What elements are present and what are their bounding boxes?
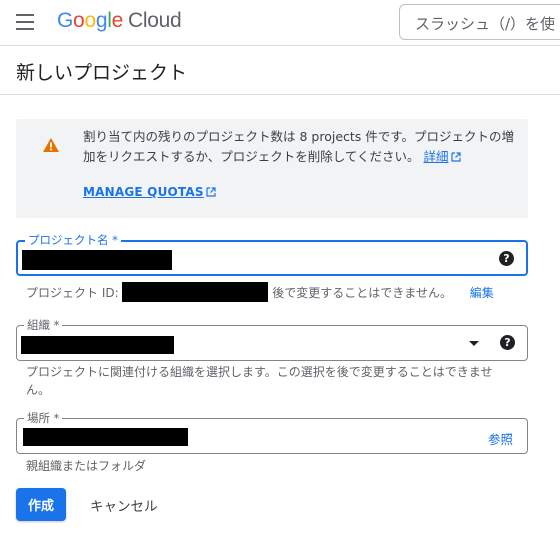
create-button[interactable]: 作成 bbox=[16, 488, 66, 521]
page-title: 新しいプロジェクト bbox=[16, 62, 188, 84]
logo-letter: o bbox=[73, 9, 85, 32]
manage-quotas-link[interactable]: MANAGE QUOTAS bbox=[83, 185, 216, 199]
organization-hint: プロジェクトに関連付ける組織を選択します。この選択を後で変更することはできません… bbox=[26, 365, 493, 397]
logo-letter: o bbox=[84, 9, 96, 32]
location-hint: 親組織またはフォルダ bbox=[26, 459, 147, 473]
warning-icon bbox=[43, 138, 59, 152]
google-cloud-logo[interactable]: Google Cloud bbox=[57, 9, 182, 33]
project-name-field[interactable]: プロジェクト名 * ? bbox=[16, 232, 528, 276]
quota-message: 割り当て内の残りのプロジェクト数は 8 projects 件です。プロジェクトの… bbox=[83, 127, 519, 167]
logo-letter: e bbox=[111, 9, 124, 32]
organization-select[interactable]: 組織 * ? bbox=[16, 317, 528, 361]
dropdown-arrow-icon[interactable] bbox=[469, 341, 479, 346]
edit-project-id-link[interactable]: 編集 bbox=[470, 286, 494, 300]
cancel-button[interactable]: キャンセル bbox=[80, 488, 168, 521]
browse-button[interactable]: 参照 bbox=[488, 429, 513, 448]
logo-letter: g bbox=[95, 9, 108, 32]
main-menu-icon[interactable] bbox=[16, 14, 36, 30]
location-field[interactable]: 場所 * 参照 bbox=[16, 410, 528, 454]
project-id-value-redacted bbox=[122, 282, 269, 302]
quota-notice: 割り当て内の残りのプロジェクト数は 8 projects 件です。プロジェクトの… bbox=[16, 119, 528, 218]
project-id-hint: プロジェクト ID: 後で変更することはできません。 編集 bbox=[26, 282, 494, 302]
project-name-label: プロジェクト名 * bbox=[25, 232, 121, 248]
external-link-icon bbox=[450, 152, 461, 162]
details-link[interactable]: 詳細 bbox=[424, 149, 461, 164]
project-id-hint-text: 後で変更することはできません。 bbox=[272, 286, 452, 300]
external-link-icon bbox=[206, 187, 216, 197]
top-app-bar: Google Cloud スラッシュ（/）を使 bbox=[0, 0, 560, 46]
help-icon[interactable]: ? bbox=[499, 251, 514, 266]
project-name-value-redacted bbox=[22, 250, 172, 270]
organization-label: 組織 * bbox=[24, 317, 63, 333]
page-header: 新しいプロジェクト bbox=[0, 47, 560, 95]
location-label: 場所 * bbox=[24, 410, 63, 426]
organization-value-redacted bbox=[21, 336, 174, 354]
manage-quotas-label: MANAGE QUOTAS bbox=[83, 185, 204, 199]
project-id-label: プロジェクト ID: bbox=[26, 286, 119, 300]
logo-cloud-text: Cloud bbox=[127, 9, 182, 32]
logo-letter: G bbox=[57, 9, 74, 32]
search-placeholder: スラッシュ（/）を使 bbox=[415, 15, 556, 33]
help-icon[interactable]: ? bbox=[500, 335, 515, 350]
location-value-redacted bbox=[23, 428, 188, 446]
search-input[interactable]: スラッシュ（/）を使 bbox=[399, 4, 560, 40]
details-link-label: 詳細 bbox=[423, 149, 449, 164]
